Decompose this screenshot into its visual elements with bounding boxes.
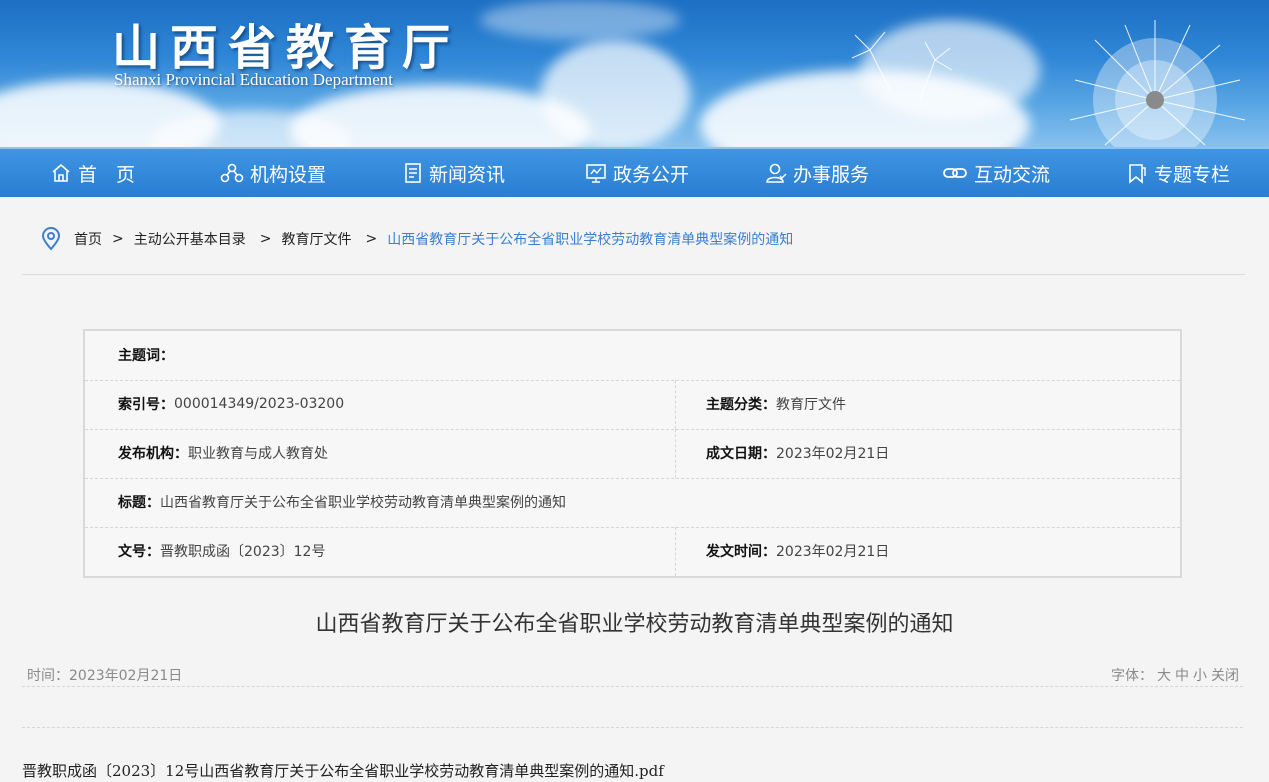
meta-value: 2023年02月21日 xyxy=(776,544,890,560)
font-medium-button[interactable]: 中 xyxy=(1175,668,1189,684)
cloud-decoration xyxy=(480,0,680,40)
meta-cell: 成文日期： 2023年02月21日 xyxy=(706,429,889,477)
user-service-icon xyxy=(766,163,787,183)
meta-value: 000014349/2023-03200 xyxy=(174,396,345,412)
article-info-bar: 时间：2023年02月21日 字体：大中小关闭 xyxy=(22,662,1243,687)
time-label: 时间： xyxy=(27,668,69,684)
cloud-decoration xyxy=(540,40,690,150)
nav-item-label: 首 页 xyxy=(78,163,136,186)
meta-value: 2023年02月21日 xyxy=(776,446,890,462)
meta-row-title: 标题： 山西省教育厅关于公布全省职业学校劳动教育清单典型案例的通知 xyxy=(85,478,1180,528)
link-icon xyxy=(943,168,967,178)
breadcrumb-catalog[interactable]: 主动公开基本目录 xyxy=(134,229,246,249)
nav-item-label: 互动交流 xyxy=(974,163,1051,186)
close-button[interactable]: 关闭 xyxy=(1211,668,1239,684)
breadcrumb-separator: > xyxy=(259,231,272,247)
bookmark-icon xyxy=(1129,164,1146,184)
site-title: 山西省教育厅 xyxy=(112,20,461,76)
meta-cell: 主题词： xyxy=(118,331,174,379)
location-pin-icon xyxy=(41,227,61,251)
nav-item-interact[interactable]: 互动交流 xyxy=(942,149,1050,197)
time-value: 2023年02月21日 xyxy=(69,668,183,684)
nav-item-label: 政务公开 xyxy=(613,163,690,186)
meta-row-keywords: 主题词： xyxy=(85,331,1180,381)
breadcrumb-separator: > xyxy=(365,231,378,247)
meta-value: 职业教育与成人教育处 xyxy=(188,446,328,462)
nav-item-org[interactable]: 机构设置 xyxy=(220,149,326,197)
meta-row-docno: 文号： 晋教职成函〔2023〕12号 发文时间： 2023年02月21日 xyxy=(85,527,1180,576)
font-large-button[interactable]: 大 xyxy=(1157,668,1171,684)
breadcrumb-current: 山西省教育厅关于公布全省职业学校劳动教育清单典型案例的通知 xyxy=(387,232,794,248)
meta-cell: 主题分类： 教育厅文件 xyxy=(706,380,846,428)
meta-label: 主题分类： xyxy=(706,397,776,413)
meta-cell: 标题： 山西省教育厅关于公布全省职业学校劳动教育清单典型案例的通知 xyxy=(118,478,566,526)
breadcrumb-home[interactable]: 首页 xyxy=(74,229,102,249)
meta-cell: 文号： 晋教职成函〔2023〕12号 xyxy=(118,527,325,575)
divider xyxy=(22,727,1243,728)
news-icon xyxy=(405,163,421,183)
meta-label: 主题词： xyxy=(118,348,174,364)
nav-item-news[interactable]: 新闻资讯 xyxy=(403,149,505,197)
meta-row-index: 索引号： 000014349/2023-03200 主题分类： 教育厅文件 xyxy=(85,380,1180,430)
font-label: 字体： xyxy=(1111,668,1153,684)
nav-item-home[interactable]: 首 页 xyxy=(50,149,135,197)
meta-row-issuer: 发布机构： 职业教育与成人教育处 成文日期： 2023年02月21日 xyxy=(85,429,1180,479)
home-icon xyxy=(52,163,70,182)
divider xyxy=(675,527,676,576)
nav-item-topics[interactable]: 专题专栏 xyxy=(1126,149,1230,197)
meta-label: 发布机构： xyxy=(118,446,188,462)
meta-value: 山西省教育厅关于公布全省职业学校劳动教育清单典型案例的通知 xyxy=(160,495,566,511)
meta-value: 晋教职成函〔2023〕12号 xyxy=(160,544,326,560)
attachment-link[interactable]: 晋教职成函〔2023〕12号山西省教育厅关于公布全省职业学校劳动教育清单典型案例… xyxy=(22,760,664,781)
dandelion-decoration xyxy=(1069,20,1246,150)
nav-item-gov[interactable]: 政务公开 xyxy=(585,149,689,197)
meta-cell: 索引号： 000014349/2023-03200 xyxy=(118,380,344,428)
breadcrumb-docs[interactable]: 教育厅文件 xyxy=(281,229,351,249)
meta-label: 文号： xyxy=(118,544,160,560)
meta-cell: 发文时间： 2023年02月21日 xyxy=(706,527,889,575)
publish-time: 时间：2023年02月21日 xyxy=(27,665,182,685)
meta-label: 索引号： xyxy=(118,397,174,413)
org-chart-icon xyxy=(220,163,244,183)
breadcrumb-separator: > xyxy=(112,231,124,247)
divider xyxy=(675,380,676,429)
font-small-button[interactable]: 小 xyxy=(1193,668,1207,684)
font-size-controls: 字体：大中小关闭 xyxy=(1111,665,1239,685)
header-banner: 山西省教育厅 Shanxi Provincial Education Depar… xyxy=(0,0,1269,150)
meta-value: 教育厅文件 xyxy=(776,397,846,413)
meta-cell: 发布机构： 职业教育与成人教育处 xyxy=(118,429,328,477)
meta-label: 成文日期： xyxy=(706,446,776,462)
nav-item-label: 专题专栏 xyxy=(1154,163,1231,186)
gov-open-icon xyxy=(586,164,606,183)
divider xyxy=(675,429,676,478)
meta-label: 发文时间： xyxy=(706,544,776,560)
meta-label: 标题： xyxy=(118,495,160,511)
breadcrumb: 首页 > 主动公开基本目录 > 教育厅文件 > 山西省教育厅关于公布全省职业学校… xyxy=(40,226,793,252)
document-metadata-table: 主题词： 索引号： 000014349/2023-03200 主题分类： 教育厅… xyxy=(83,329,1182,578)
nav-item-label: 新闻资讯 xyxy=(429,163,506,186)
nav-item-label: 机构设置 xyxy=(250,163,327,186)
nav-item-label: 办事服务 xyxy=(793,163,870,186)
site-subtitle: Shanxi Provincial Education Department xyxy=(114,70,394,89)
divider xyxy=(22,274,1245,275)
main-nav: 首 页 机构设置 新闻资讯 政务公开 办事服务 互动交流 专题专栏 xyxy=(0,147,1269,197)
article-title: 山西省教育厅关于公布全省职业学校劳动教育清单典型案例的通知 xyxy=(315,612,954,637)
nav-item-service[interactable]: 办事服务 xyxy=(765,149,869,197)
seed-decoration xyxy=(851,31,953,101)
